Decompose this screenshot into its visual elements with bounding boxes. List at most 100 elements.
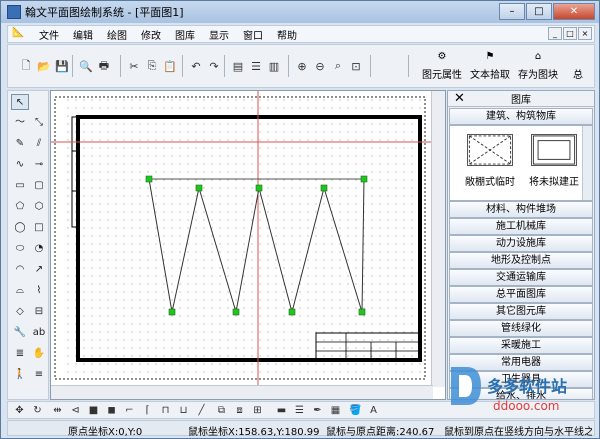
horizontal-scrollbar[interactable]	[51, 385, 433, 399]
line-edit-icon[interactable]: ╱	[194, 403, 209, 418]
zoom-icon[interactable]: ⌕	[330, 58, 346, 74]
hatch-line-icon[interactable]: ⫽	[30, 136, 48, 152]
zoom-window-icon[interactable]: ⊡	[348, 58, 364, 74]
menu-file[interactable]: 文件	[32, 27, 66, 42]
text-pick-button[interactable]: ⚑ 文本拾取	[468, 51, 512, 85]
vertical-split-icon[interactable]: ▥	[266, 58, 282, 74]
group-icon[interactable]: ⧉	[214, 403, 229, 418]
circle-icon[interactable]: ◯	[11, 220, 29, 236]
ungroup-icon[interactable]: ⧈	[232, 403, 247, 418]
menu-view[interactable]: 显示	[202, 27, 236, 42]
fill-square-icon[interactable]: ■	[86, 403, 101, 418]
maximize-button[interactable]: □	[526, 3, 552, 20]
more-button[interactable]: 总	[564, 51, 592, 85]
text-color-icon[interactable]: A	[366, 403, 381, 418]
rotate-icon[interactable]: ↻	[30, 403, 45, 418]
category-item[interactable]: 交通运输库	[449, 269, 593, 286]
new-file-icon[interactable]: 🗋	[18, 58, 34, 74]
hand-icon[interactable]: ✋	[30, 346, 48, 362]
category-item[interactable]: 常用电器	[449, 354, 593, 371]
text-ab-icon[interactable]: ab	[30, 325, 48, 341]
select-arrow-icon[interactable]: ↖	[11, 94, 29, 110]
pen-color-icon[interactable]: ✒	[310, 403, 325, 418]
mdi-minimize-button[interactable]: _	[548, 27, 562, 40]
menu-modify[interactable]: 修改	[134, 27, 168, 42]
mirror-icon[interactable]: ⊲	[68, 403, 83, 418]
save-icon[interactable]: 💾	[54, 58, 70, 74]
curve-icon[interactable]: ∿	[11, 157, 29, 173]
arc-icon[interactable]: ◠	[11, 262, 29, 278]
drawing-canvas[interactable]	[50, 90, 446, 400]
library-item[interactable]: 将未拟建正	[526, 132, 582, 196]
library-scrollbar[interactable]	[582, 126, 592, 200]
menu-help[interactable]: 帮助	[270, 27, 304, 42]
dimension-icon[interactable]: ⤡	[30, 115, 48, 131]
ellipse-icon[interactable]: ⬭	[11, 241, 29, 257]
menu-draw[interactable]: 绘图	[100, 27, 134, 42]
bucket-icon[interactable]: 🪣	[348, 403, 363, 418]
handle[interactable]	[288, 308, 296, 316]
category-item[interactable]: 地形及控制点	[449, 252, 593, 269]
pentagon-icon[interactable]: ⬠	[11, 199, 29, 215]
category-item[interactable]: 施工机械库	[449, 218, 593, 235]
handle[interactable]	[320, 184, 328, 192]
minimize-button[interactable]: –	[499, 3, 525, 20]
wave-icon[interactable]: ⌇	[30, 283, 48, 299]
redo-icon[interactable]: ↷	[206, 58, 222, 74]
stack-icon[interactable]: ≡	[30, 367, 48, 383]
cut-icon[interactable]: ✂	[126, 58, 142, 74]
arrow-line-icon[interactable]: ⊸	[30, 157, 48, 173]
break-icon[interactable]: ⊔	[176, 403, 191, 418]
mdi-restore-button[interactable]: □	[563, 27, 577, 40]
print-preview-icon[interactable]: 🔍	[78, 58, 94, 74]
vertical-scrollbar[interactable]	[431, 91, 445, 387]
handle[interactable]	[145, 175, 153, 183]
multiline-text-icon[interactable]: ≣	[11, 346, 29, 362]
handle[interactable]	[232, 308, 240, 316]
red-arc-icon[interactable]: ↗	[30, 262, 48, 278]
pencil-icon[interactable]: ✎	[11, 136, 29, 152]
category-item[interactable]: 采暖施工	[449, 337, 593, 354]
move-icon[interactable]: ✥	[12, 403, 27, 418]
pie-icon[interactable]: ◔	[30, 241, 48, 257]
save-as-block-button[interactable]: ⌂ 存为图块	[516, 51, 560, 85]
close-panel-icon[interactable]: ✕	[454, 91, 465, 106]
filled-square-icon[interactable]: ◼	[104, 403, 119, 418]
mdi-close-button[interactable]: ×	[578, 27, 592, 40]
category-item[interactable]: 材料、构件堆场	[449, 201, 593, 218]
category-item[interactable]: 给水、排水	[449, 388, 593, 399]
category-item[interactable]: 管线绿化	[449, 320, 593, 337]
trim-icon[interactable]: ⌐	[122, 403, 137, 418]
line-width-icon[interactable]: ☰	[292, 403, 307, 418]
canvas-svg[interactable]	[51, 91, 431, 385]
align-icon[interactable]: ⊞	[250, 403, 265, 418]
handle[interactable]	[360, 175, 368, 183]
scale-icon[interactable]: ⇹	[50, 403, 65, 418]
open-folder-icon[interactable]: 📂	[36, 58, 52, 74]
category-item[interactable]: 卫生器具	[449, 371, 593, 388]
wrench-icon[interactable]: 🔧	[11, 325, 29, 341]
line-style-icon[interactable]: ▬	[274, 403, 289, 418]
category-item[interactable]: 其它图元库	[449, 303, 593, 320]
offset-icon[interactable]: ⊓	[158, 403, 173, 418]
category-item[interactable]: 总平面图库	[449, 286, 593, 303]
rounded-rect-icon[interactable]: ▢	[30, 178, 48, 194]
category-active[interactable]: 建筑、构筑物库	[449, 108, 593, 125]
diamond-icon[interactable]: ◇	[11, 304, 29, 320]
handle[interactable]	[195, 184, 203, 192]
handle[interactable]	[358, 308, 366, 316]
category-item[interactable]: 动力设施库	[449, 235, 593, 252]
menu-window[interactable]: 窗口	[236, 27, 270, 42]
half-circle-icon[interactable]: ⌓	[11, 283, 29, 299]
extend-icon[interactable]: ⌈	[140, 403, 155, 418]
menu-library[interactable]: 图库	[168, 27, 202, 42]
element-props-button[interactable]: ⚙ 图元属性	[420, 51, 464, 85]
copy-icon[interactable]: ⎘	[144, 58, 160, 74]
undo-icon[interactable]: ↶	[188, 58, 204, 74]
menu-edit[interactable]: 编辑	[66, 27, 100, 42]
polyline-icon[interactable]: 〜	[11, 115, 29, 131]
square-icon[interactable]: □	[30, 220, 48, 236]
horizontal-split-icon[interactable]: ☰	[248, 58, 264, 74]
tile-window-icon[interactable]: ▤	[230, 58, 246, 74]
close-button[interactable]: ✕	[553, 3, 595, 20]
